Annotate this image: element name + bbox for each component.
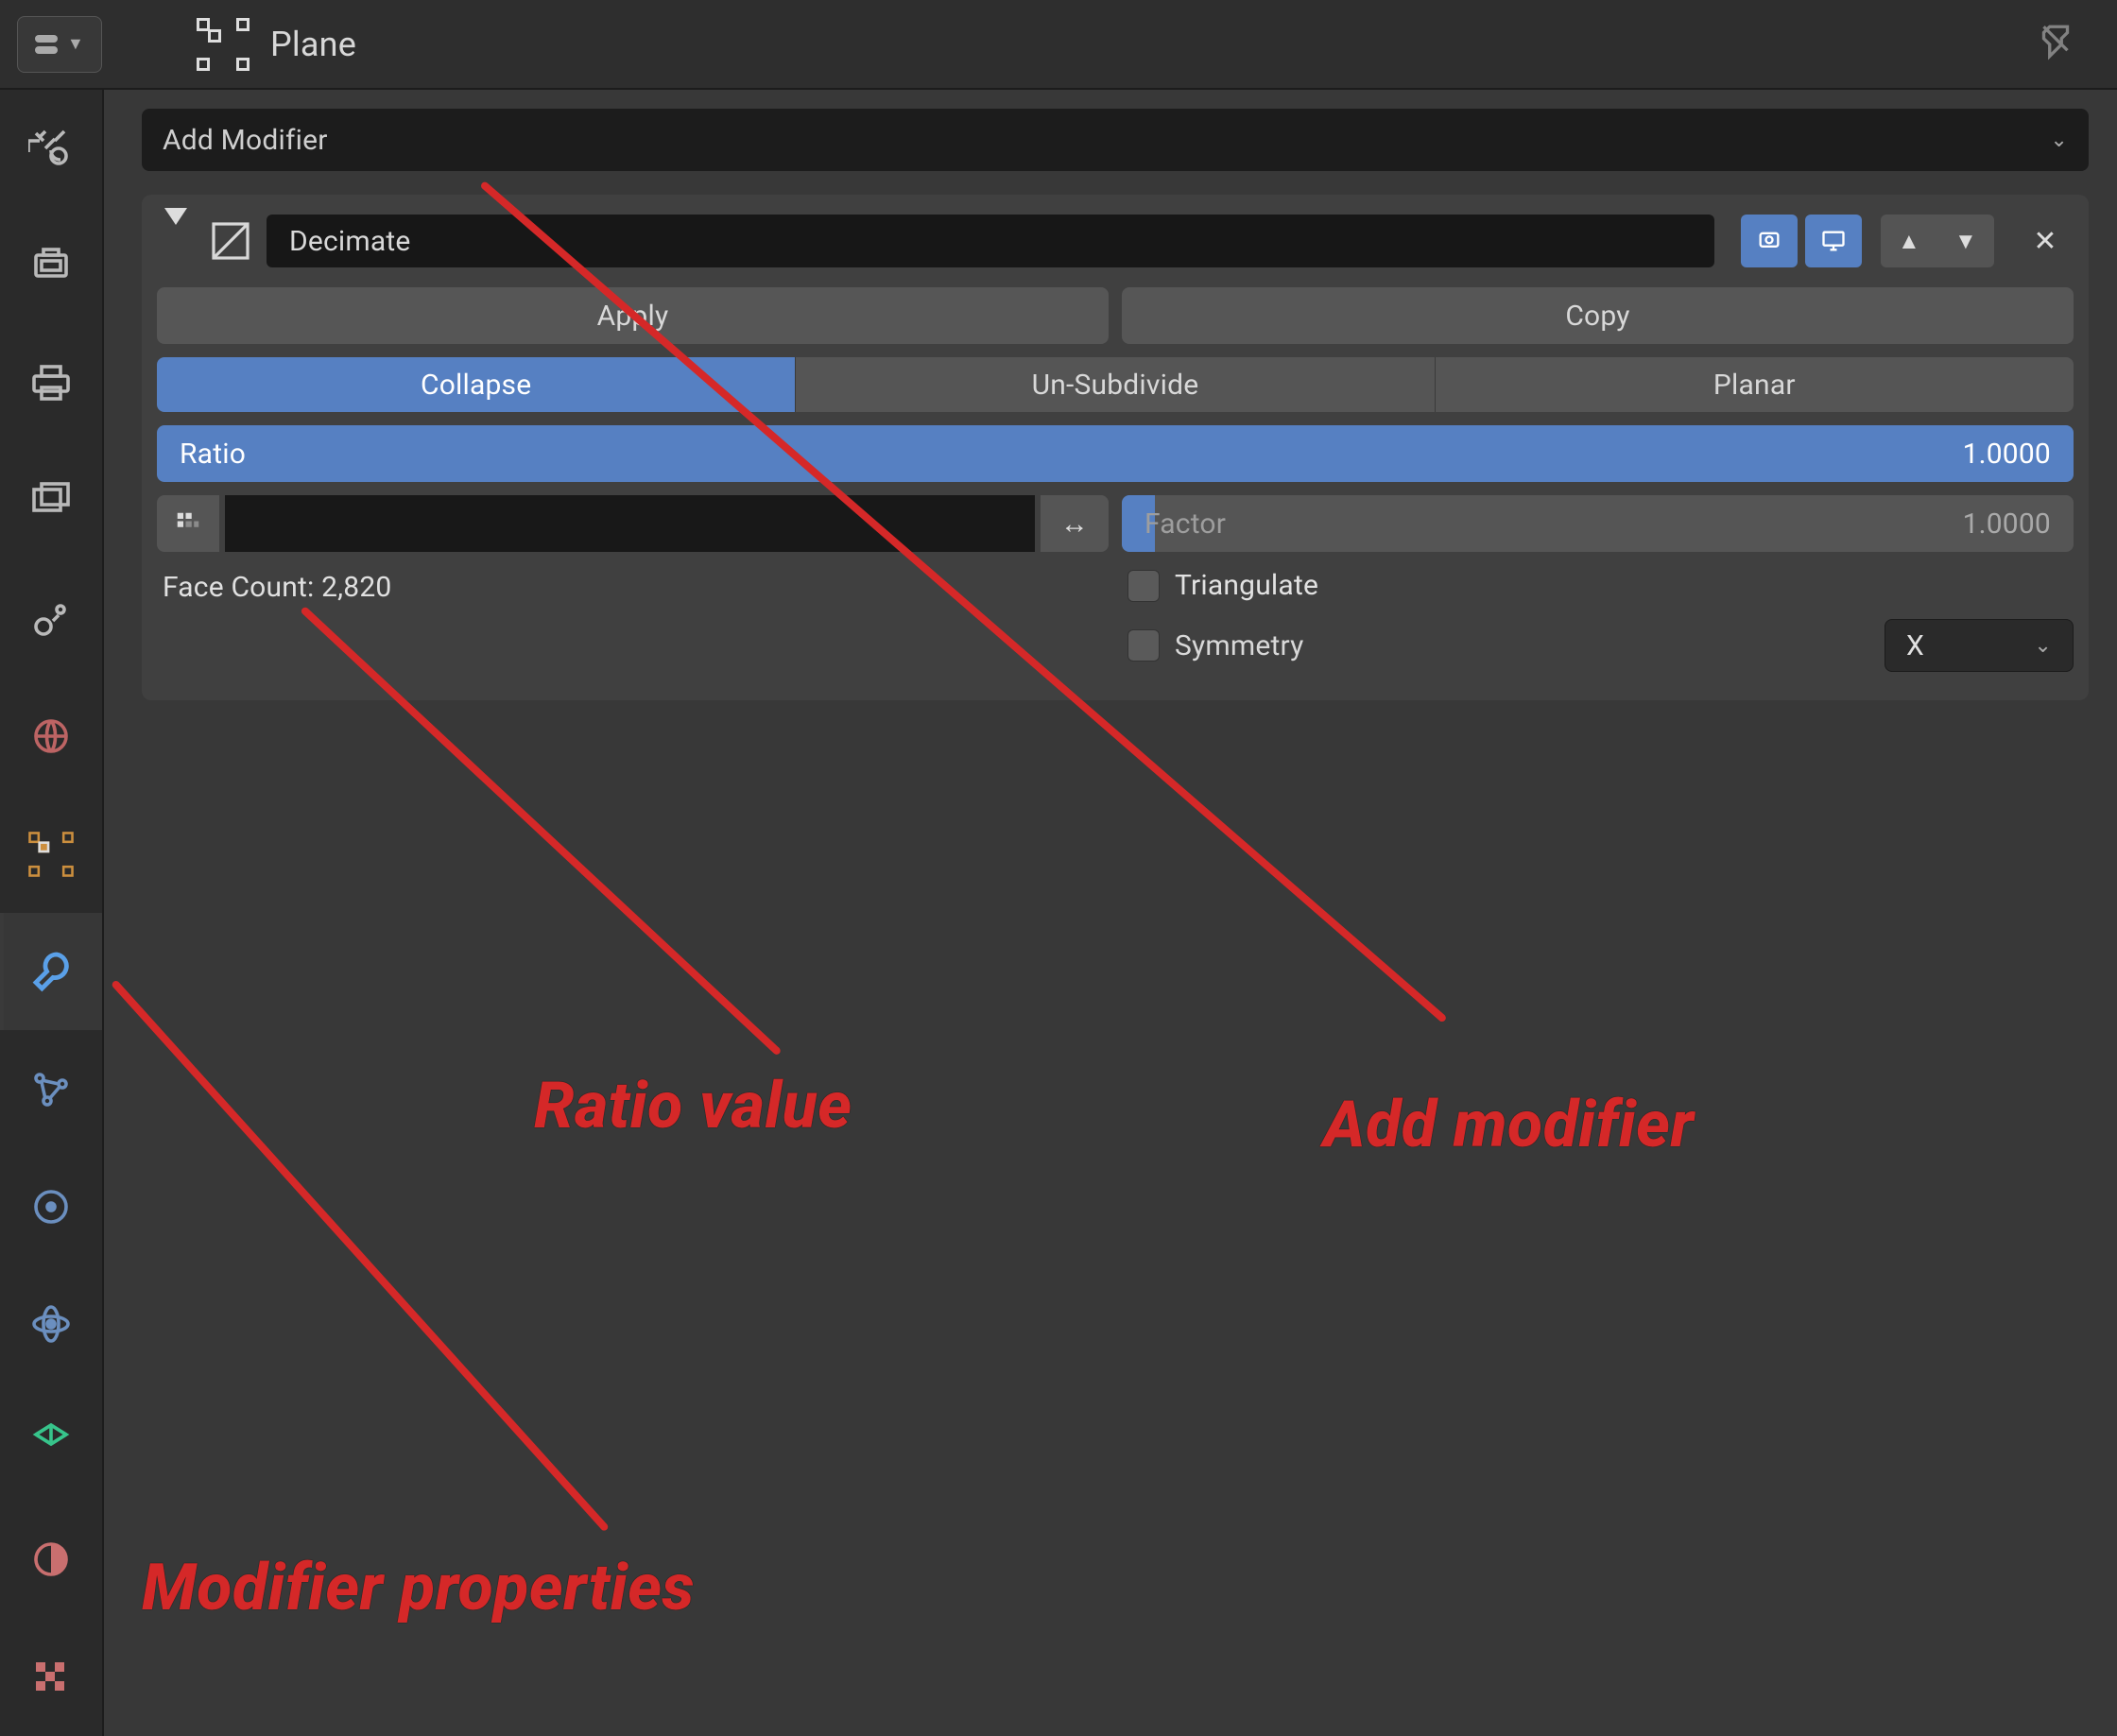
rail-tab-texture[interactable] bbox=[0, 1618, 102, 1735]
delete-modifier-button[interactable]: ✕ bbox=[2017, 215, 2074, 267]
factor-slider[interactable]: Factor 1.0000 bbox=[1122, 495, 2074, 552]
active-object-name: Plane bbox=[270, 25, 356, 64]
ratio-label: Ratio bbox=[180, 438, 246, 471]
modifier-name-text: Decimate bbox=[289, 225, 411, 258]
rail-tab-material[interactable] bbox=[0, 1501, 102, 1618]
decimate-icon bbox=[208, 218, 253, 264]
add-modifier-label: Add Modifier bbox=[163, 124, 328, 157]
chevron-down-icon: ▼ bbox=[67, 34, 84, 54]
display-viewport-toggle[interactable] bbox=[1805, 215, 1862, 267]
rail-tab-object[interactable] bbox=[0, 796, 102, 913]
rail-tab-constraints[interactable] bbox=[0, 1265, 102, 1383]
add-modifier-dropdown[interactable]: Add Modifier ⌄ bbox=[142, 109, 2089, 171]
collapse-toggle[interactable] bbox=[157, 225, 195, 258]
factor-value: 1.0000 bbox=[1963, 507, 2051, 541]
modifier-card-header: Decimate ▲ ▼ ✕ bbox=[157, 208, 2074, 274]
vertex-group-row: ↔ bbox=[157, 495, 1109, 552]
rail-tab-modifiers[interactable] bbox=[0, 913, 102, 1030]
mode-tab-planar[interactable]: Planar bbox=[1436, 357, 2074, 412]
move-modifier-down[interactable]: ▼ bbox=[1937, 215, 1994, 267]
triangulate-row: Triangulate bbox=[1122, 569, 2074, 602]
rail-tab-printer[interactable] bbox=[0, 325, 102, 442]
symmetry-axis-dropdown[interactable]: X ⌄ bbox=[1885, 619, 2074, 672]
ratio-value: 1.0000 bbox=[1963, 438, 2051, 471]
copy-button[interactable]: Copy bbox=[1122, 287, 2074, 344]
chevron-down-icon: ⌄ bbox=[2050, 129, 2068, 152]
rail-tab-viewlayer[interactable] bbox=[0, 442, 102, 559]
rail-tab-mesh-data[interactable] bbox=[0, 1384, 102, 1501]
apply-button[interactable]: Apply bbox=[157, 287, 1109, 344]
factor-label: Factor bbox=[1145, 507, 1226, 541]
rail-tab-scene[interactable] bbox=[0, 560, 102, 678]
move-modifier-up[interactable]: ▲ bbox=[1881, 215, 1937, 267]
symmetry-label: Symmetry bbox=[1175, 629, 1304, 662]
properties-header: ▼ Plane bbox=[0, 0, 2117, 90]
rail-tab-physics[interactable] bbox=[0, 1148, 102, 1265]
chevron-down-icon: ⌄ bbox=[2034, 634, 2052, 658]
vertex-group-icon[interactable] bbox=[157, 495, 219, 552]
vertex-group-invert[interactable]: ↔ bbox=[1041, 495, 1109, 552]
pin-icon[interactable] bbox=[2032, 21, 2079, 68]
modifier-name-field[interactable]: Decimate bbox=[267, 215, 1714, 267]
vertex-group-field[interactable] bbox=[225, 495, 1035, 552]
rail-tab-particles[interactable] bbox=[0, 1030, 102, 1147]
modifier-card: Decimate ▲ ▼ ✕ Apply bbox=[142, 195, 2089, 700]
decimate-mode-tabs: Collapse Un-Subdivide Planar bbox=[157, 357, 2074, 412]
symmetry-axis-value: X bbox=[1906, 629, 1924, 662]
triangulate-checkbox[interactable] bbox=[1127, 570, 1160, 602]
blender-properties-shot: ▼ Plane bbox=[0, 0, 2117, 1736]
copy-label: Copy bbox=[1565, 300, 1629, 333]
rail-tab-output[interactable] bbox=[0, 207, 102, 324]
face-count-label: Face Count: 2,820 bbox=[163, 571, 1103, 604]
properties-tab-rail bbox=[0, 90, 104, 1736]
ratio-slider[interactable]: Ratio 1.0000 bbox=[157, 425, 2074, 482]
apply-label: Apply bbox=[597, 300, 669, 333]
mode-tab-unsubdivide[interactable]: Un-Subdivide bbox=[796, 357, 1435, 412]
mode-tab-collapse[interactable]: Collapse bbox=[157, 357, 796, 412]
rail-tab-render[interactable] bbox=[0, 90, 102, 207]
context-switch-icon bbox=[35, 35, 58, 54]
object-icon bbox=[28, 832, 74, 877]
object-icon bbox=[197, 18, 250, 71]
modifier-properties-panel: Add Modifier ⌄ Decimate bbox=[104, 90, 2117, 1736]
object-breadcrumb[interactable]: Plane bbox=[197, 18, 356, 71]
display-render-toggle[interactable] bbox=[1741, 215, 1798, 267]
triangulate-label: Triangulate bbox=[1175, 569, 1318, 602]
properties-context-switcher[interactable]: ▼ bbox=[17, 16, 102, 73]
rail-tab-world[interactable] bbox=[0, 678, 102, 795]
symmetry-checkbox[interactable] bbox=[1127, 629, 1160, 662]
